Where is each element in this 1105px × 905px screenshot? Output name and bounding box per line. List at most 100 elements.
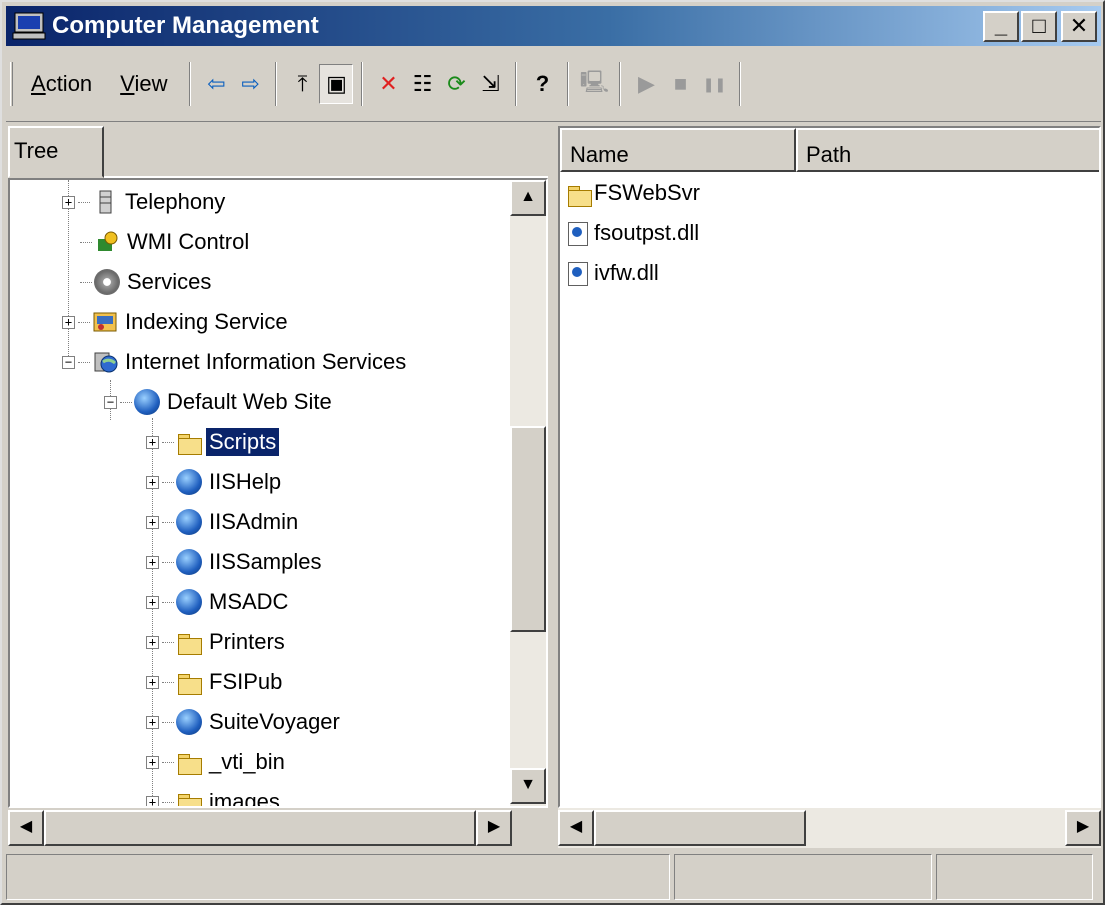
toolbar-separator — [515, 62, 518, 106]
close-button[interactable]: ✕ — [1061, 11, 1097, 42]
tree-item[interactable]: + SuiteVoyager — [146, 702, 343, 742]
expand-toggle[interactable]: + — [146, 795, 159, 806]
computer-icon — [12, 11, 46, 41]
expand-toggle[interactable]: + — [62, 315, 75, 329]
delete-icon[interactable]: ✕ — [371, 64, 405, 104]
toolbar-separator — [619, 62, 622, 106]
expand-toggle[interactable]: + — [146, 515, 159, 529]
maximize-button[interactable]: □ — [1021, 11, 1057, 42]
toolbar-separator — [567, 62, 570, 106]
virtual-folder-icon — [176, 749, 202, 775]
expand-toggle[interactable]: + — [146, 755, 159, 769]
dll-file-icon — [566, 261, 590, 286]
expand-toggle[interactable]: + — [146, 595, 159, 609]
tree-item[interactable]: + FSIPub — [146, 662, 285, 702]
status-panel — [6, 854, 670, 900]
pane-splitter[interactable] — [548, 126, 558, 848]
expand-toggle[interactable]: + — [146, 435, 159, 449]
telephony-icon — [92, 189, 118, 215]
tree-item[interactable]: + IISAdmin — [146, 502, 301, 542]
list-header: Name Path — [560, 128, 1099, 172]
pause-icon[interactable]: ❚❚ — [697, 64, 731, 104]
column-header-path[interactable]: Path — [796, 128, 1099, 172]
web-application-icon — [176, 549, 202, 575]
details-list-view[interactable]: Name Path FSWebSvr fsoutpst.dll ivfw.dll — [558, 126, 1101, 808]
menu-view[interactable]: View — [106, 71, 181, 97]
title-bar[interactable]: Computer Management _ □ ✕ — [6, 6, 1101, 46]
tree-item[interactable]: + Telephony — [62, 182, 228, 222]
toolbar-separator — [739, 62, 742, 106]
expand-toggle[interactable]: + — [146, 635, 159, 649]
tree-item[interactable]: + images — [146, 782, 283, 806]
collapse-toggle[interactable]: − — [104, 395, 117, 409]
export-list-icon[interactable]: ⇲ — [473, 64, 507, 104]
tree-vertical-scrollbar[interactable]: ▲ ▼ — [510, 180, 546, 806]
iis-icon — [92, 349, 118, 375]
forward-arrow-icon[interactable]: ⇨ — [233, 64, 267, 104]
scroll-thumb[interactable] — [44, 810, 476, 846]
tree-item[interactable]: + Scripts — [146, 422, 281, 462]
tree-view[interactable]: + Telephony WMI Control Services + Index… — [8, 178, 548, 808]
indexing-service-icon — [92, 309, 118, 335]
tree-item[interactable]: + IISHelp — [146, 462, 284, 502]
web-application-icon — [176, 709, 202, 735]
help-icon[interactable]: ? — [525, 64, 559, 104]
tree-item[interactable]: WMI Control — [80, 222, 252, 262]
window-title: Computer Management — [52, 12, 319, 39]
start-icon[interactable]: ▶ — [629, 64, 663, 104]
dll-file-icon — [566, 221, 590, 246]
wmi-control-icon — [94, 229, 120, 255]
status-bar — [6, 854, 1101, 900]
virtual-folder-icon — [176, 669, 202, 695]
up-one-level-icon[interactable]: ⤒ — [285, 64, 319, 104]
folder-icon — [176, 789, 202, 806]
column-header-name[interactable]: Name — [560, 128, 796, 172]
list-item[interactable]: ivfw.dll — [566, 254, 659, 292]
properties-icon[interactable]: ☷ — [405, 64, 439, 104]
refresh-icon[interactable]: ⟳ — [439, 64, 473, 104]
toolbar-separator — [275, 62, 278, 106]
toolbar-separator — [361, 62, 364, 106]
list-horizontal-scrollbar[interactable]: ◀ ▶ — [558, 808, 1101, 848]
collapse-toggle[interactable]: − — [62, 355, 75, 369]
scroll-down-button[interactable]: ▼ — [510, 768, 546, 804]
scroll-left-button[interactable]: ◀ — [558, 810, 594, 846]
services-gear-icon — [94, 269, 120, 295]
back-arrow-icon[interactable]: ⇦ — [199, 64, 233, 104]
tree-item[interactable]: + MSADC — [146, 582, 291, 622]
computer-management-window: Computer Management _ □ ✕ Action View ⇦ … — [0, 0, 1105, 905]
expand-toggle[interactable]: + — [62, 195, 75, 209]
tree-item[interactable]: + _vti_bin — [146, 742, 288, 782]
tree-item[interactable]: − Internet Information Services — [62, 342, 409, 382]
expand-toggle[interactable]: + — [146, 715, 159, 729]
web-application-icon — [176, 589, 202, 615]
scroll-up-button[interactable]: ▲ — [510, 180, 546, 216]
web-application-icon — [176, 509, 202, 535]
scroll-thumb[interactable] — [510, 426, 546, 632]
stop-icon[interactable]: ■ — [663, 64, 697, 104]
scroll-left-button[interactable]: ◀ — [8, 810, 44, 846]
show-hide-tree-icon[interactable]: ▣ — [319, 64, 354, 104]
expand-toggle[interactable]: + — [146, 675, 159, 689]
toolbar-grip[interactable] — [10, 62, 13, 106]
tree-item[interactable]: Services — [80, 262, 214, 302]
tree-item[interactable]: + Printers — [146, 622, 288, 662]
tree-horizontal-scrollbar[interactable]: ◀ ▶ — [8, 808, 548, 848]
tree-item[interactable]: − Default Web Site — [104, 382, 335, 422]
virtual-folder-icon — [176, 429, 202, 455]
expand-toggle[interactable]: + — [146, 475, 159, 489]
folder-icon — [566, 181, 592, 207]
expand-toggle[interactable]: + — [146, 555, 159, 569]
menu-action[interactable]: Action — [17, 71, 106, 97]
tree-item[interactable]: + Indexing Service — [62, 302, 291, 342]
scroll-right-button[interactable]: ▶ — [476, 810, 512, 846]
scroll-right-button[interactable]: ▶ — [1065, 810, 1101, 846]
tree-item[interactable]: + IISSamples — [146, 542, 325, 582]
tab-tree[interactable]: Tree — [8, 126, 104, 178]
connect-computer-icon[interactable]: 🖳 — [577, 64, 611, 104]
toolbar: Action View ⇦ ⇨ ⤒ ▣ ✕ ☷ ⟳ ⇲ ? 🖳 ▶ ■ ❚❚ — [6, 48, 1101, 122]
list-item[interactable]: FSWebSvr — [566, 174, 700, 212]
minimize-button[interactable]: _ — [983, 11, 1019, 42]
list-item[interactable]: fsoutpst.dll — [566, 214, 699, 252]
scroll-thumb[interactable] — [594, 810, 806, 846]
